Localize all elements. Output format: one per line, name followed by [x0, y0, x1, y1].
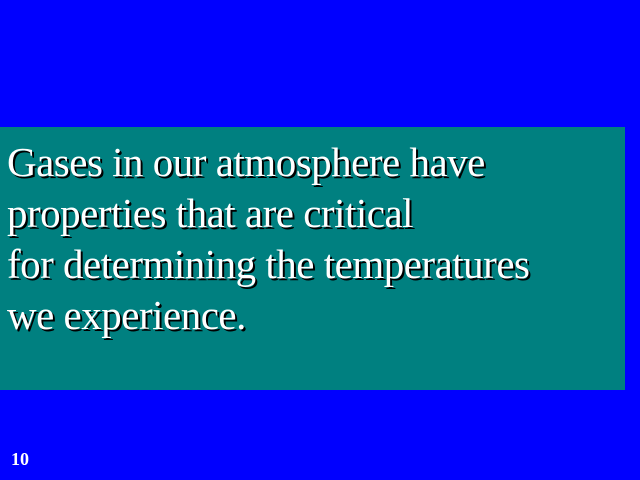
slide-text-line-4: we experience.	[7, 292, 246, 338]
slide-number: 10	[11, 449, 29, 469]
slide-text-line-1: Gases in our atmosphere have	[7, 139, 485, 185]
slide-text-line-3: for determining the temperatures	[7, 241, 530, 287]
slide-text-line-2: properties that are critical	[7, 190, 414, 236]
slide-text-box: Gases in our atmosphere have properties …	[0, 127, 625, 390]
slide-background: Gases in our atmosphere have properties …	[0, 0, 640, 480]
